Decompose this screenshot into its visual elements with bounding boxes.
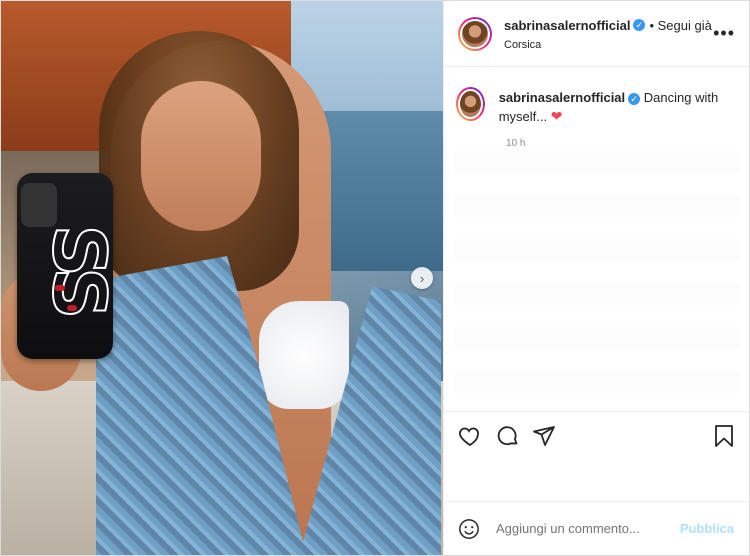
comment-bubble-icon[interactable] <box>496 424 520 448</box>
chevron-right-icon: › <box>419 270 425 286</box>
nail <box>55 285 65 291</box>
photo-phone: SS <box>17 173 122 359</box>
comment-input[interactable] <box>496 521 680 536</box>
phone-camera <box>21 183 57 227</box>
emoji-smiley-icon[interactable] <box>458 518 480 540</box>
post-container: SS › sabrinasalernofficial ✓ • Segui già C… <box>0 0 750 556</box>
avatar[interactable] <box>458 16 492 51</box>
post-timestamp[interactable]: 10 h <box>506 138 749 149</box>
comment-bar: Pubblica <box>444 501 748 555</box>
phone-case-text: SS <box>36 224 122 314</box>
caption: sabrinasalernofficial ✓ Dancing with myse… <box>444 67 749 126</box>
avatar-image <box>460 18 490 49</box>
heart-outline-icon[interactable] <box>458 424 482 448</box>
post-photo[interactable]: SS › <box>1 1 443 555</box>
post-header: sabrinasalernofficial ✓ • Segui già Corsic… <box>444 1 749 67</box>
blurred-comments-area <box>454 151 740 401</box>
follow-status-button[interactable]: • Segui già <box>649 18 711 33</box>
paper-plane-icon[interactable] <box>532 424 556 448</box>
caption-username-link[interactable]: sabrinasalernofficial <box>499 90 625 105</box>
publish-button[interactable]: Pubblica <box>680 521 734 536</box>
more-options-icon[interactable]: ••• <box>713 23 735 44</box>
caption-text: sabrinasalernofficial ✓ Dancing with myse… <box>499 89 735 126</box>
photo-face <box>141 81 261 231</box>
post-side-panel: sabrinasalernofficial ✓ • Segui già Corsic… <box>443 1 749 555</box>
carousel-next-button[interactable]: › <box>411 267 433 289</box>
photo-bikini <box>259 301 349 409</box>
avatar[interactable] <box>456 87 485 121</box>
location-link[interactable]: Corsica <box>504 39 712 51</box>
verified-badge-icon: ✓ <box>628 92 641 105</box>
heart-emoji-icon: ❤ <box>550 108 563 124</box>
verified-badge-icon: ✓ <box>633 19 646 32</box>
header-text: sabrinasalernofficial ✓ • Segui già Corsic… <box>504 17 712 51</box>
avatar-image <box>458 89 483 119</box>
username-link[interactable]: sabrinasalernofficial <box>504 18 630 33</box>
nail <box>67 305 77 311</box>
action-bar <box>444 411 748 501</box>
bookmark-icon[interactable] <box>712 424 736 448</box>
